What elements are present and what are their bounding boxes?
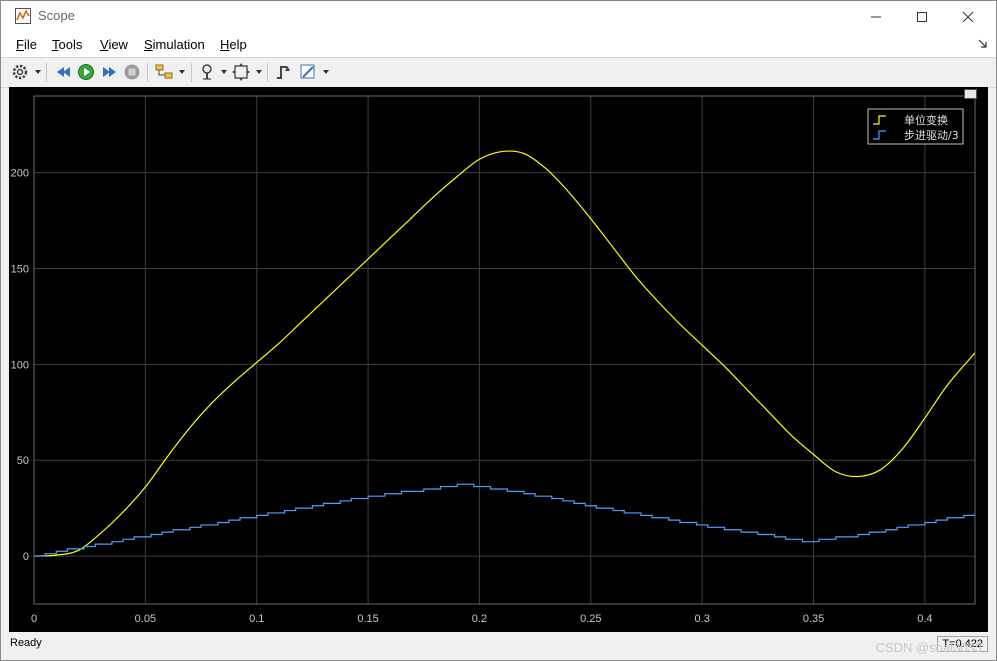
toolbar-separator — [46, 63, 47, 82]
toolbar-separator — [147, 63, 148, 82]
maximize-button[interactable] — [899, 1, 945, 32]
menu-bar: File Tools View Simulation Help — [1, 32, 996, 57]
close-icon — [962, 11, 974, 22]
highlight-block-icon[interactable] — [155, 63, 173, 81]
scope-chart: 0 0.05 0.1 0.15 0.2 0.25 0.3 0.35 0.4 0 50 100 150 20… — [11, 95, 976, 625]
y-tick-label: 150 — [11, 264, 29, 276]
legend-label: 单位变换 — [904, 113, 948, 127]
step-back-icon[interactable] — [54, 63, 72, 81]
window-title: Scope — [38, 8, 75, 23]
highlight-dropdown-arrow[interactable] — [179, 70, 185, 74]
trigger-icon[interactable] — [275, 63, 293, 81]
toolbar-separator — [267, 63, 268, 82]
run-icon[interactable] — [77, 63, 95, 81]
legend-label: 步进驱动/3 — [904, 129, 959, 142]
x-tick-label: 0.4 — [917, 613, 932, 625]
menu-file[interactable]: File — [16, 37, 37, 52]
autoscale-icon[interactable] — [232, 63, 250, 81]
autoscale-dropdown-arrow[interactable] — [256, 70, 262, 74]
x-tick-label: 0.3 — [695, 613, 710, 625]
close-button[interactable] — [945, 1, 991, 32]
minimize-icon — [871, 16, 881, 17]
settings-dropdown-arrow[interactable] — [35, 70, 41, 74]
y-tick-label: 100 — [11, 359, 29, 371]
x-tick-label: 0.25 — [580, 613, 601, 625]
toolbar-separator — [191, 63, 192, 82]
status-text: Ready — [10, 637, 42, 649]
menu-view[interactable]: View — [100, 37, 128, 52]
title-bar: Scope — [1, 1, 996, 32]
minimize-button[interactable] — [853, 1, 899, 32]
step-forward-icon[interactable] — [100, 63, 118, 81]
y-tick-label: 50 — [17, 455, 29, 467]
axes-expand-icon[interactable] — [964, 89, 977, 99]
stop-icon[interactable] — [123, 63, 141, 81]
y-tick-label: 200 — [11, 168, 29, 180]
y-tick-label: 0 — [23, 551, 29, 563]
gear-icon[interactable] — [11, 63, 29, 81]
watermark: CSDN @soal3033 — [875, 640, 982, 655]
x-tick-label: 0.35 — [803, 613, 824, 625]
x-tick-label: 0.1 — [249, 613, 264, 625]
zoom-icon[interactable] — [199, 63, 217, 81]
x-tick-label: 0.2 — [472, 613, 487, 625]
menu-tools[interactable]: Tools — [52, 37, 82, 52]
x-tick-label: 0.05 — [135, 613, 156, 625]
plot-area[interactable]: 0 0.05 0.1 0.15 0.2 0.25 0.3 0.35 0.4 0 50 100 150 20… — [9, 87, 988, 632]
maximize-icon — [917, 11, 927, 22]
measurements-dropdown-arrow[interactable] — [323, 70, 329, 74]
status-bar: Ready T=0.422 — [1, 633, 996, 660]
toolbar — [1, 57, 996, 88]
menu-help[interactable]: Help — [220, 37, 247, 52]
scope-app-icon — [15, 8, 31, 24]
x-tick-label: 0 — [31, 613, 37, 625]
undock-arrow-icon[interactable] — [978, 39, 988, 49]
measurements-icon[interactable] — [299, 63, 317, 81]
zoom-dropdown-arrow[interactable] — [221, 70, 227, 74]
menu-simulation[interactable]: Simulation — [144, 37, 205, 52]
x-tick-label: 0.15 — [357, 613, 378, 625]
scope-window: Scope File Tools View Simulation Help 0 … — [0, 0, 997, 661]
